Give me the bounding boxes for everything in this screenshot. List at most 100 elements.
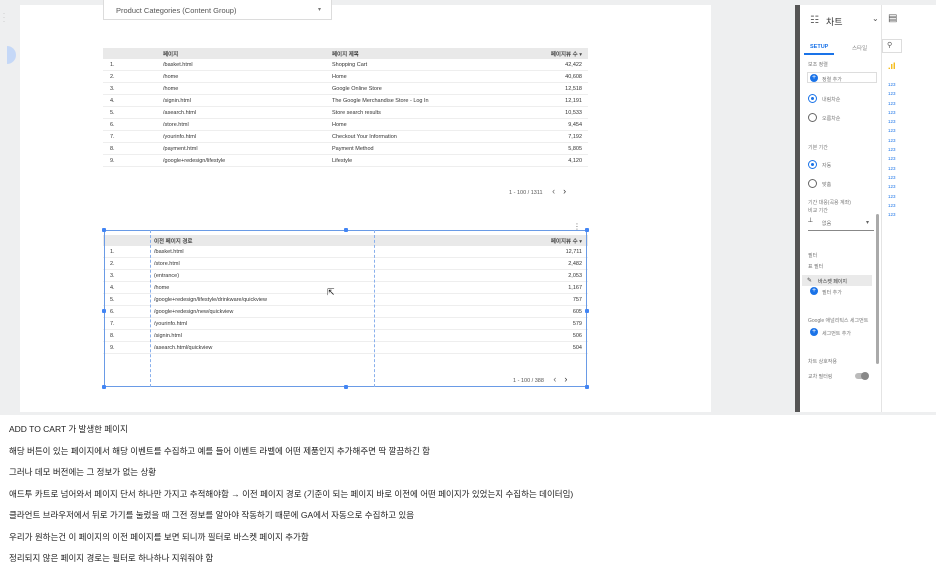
page-title-cell: Store search results bbox=[332, 110, 381, 116]
filter-chip[interactable]: ✎ 바스켓 페이지 bbox=[802, 275, 872, 286]
metric-field-icon[interactable]: 123 bbox=[888, 194, 896, 203]
date-custom-radio[interactable] bbox=[808, 179, 817, 188]
tab-style[interactable]: 스타일 bbox=[852, 44, 867, 52]
col-page-title[interactable]: 페이지 제목 bbox=[332, 50, 359, 58]
chevron-down-icon[interactable]: ⌄ bbox=[872, 14, 879, 23]
metric-field-icon[interactable]: 123 bbox=[888, 212, 896, 221]
chart-type-label[interactable]: 차트 bbox=[826, 15, 843, 28]
selection-frame bbox=[104, 230, 587, 387]
resize-handle[interactable] bbox=[102, 228, 106, 232]
pages-table[interactable]: 페이지 페이지 제목 페이지뷰 수 ▾ 1. /basket.html Shoppi… bbox=[103, 48, 588, 167]
table-row[interactable]: 6. /store.html Home 9,454 bbox=[103, 119, 588, 131]
metric-field-icon[interactable]: 123 bbox=[888, 91, 896, 100]
col-page[interactable]: 페이지 bbox=[163, 50, 178, 58]
metric-field-icon[interactable]: 123 bbox=[888, 110, 896, 119]
page-cell: /yourinfo.html bbox=[163, 134, 197, 140]
metric-field-icon[interactable]: 123 bbox=[888, 184, 896, 193]
page-cell: /home bbox=[163, 74, 179, 80]
add-segment-label[interactable]: 세그먼트 추가 bbox=[822, 330, 851, 337]
metric-field-icon[interactable]: 123 bbox=[888, 156, 896, 165]
pageviews-cell: 9,454 bbox=[568, 122, 582, 128]
note-line: 정리되지 않은 페이지 경로는 필터로 하나하나 지워줘야 함 bbox=[9, 553, 214, 563]
pageviews-cell: 10,533 bbox=[565, 110, 582, 116]
cross-filter-label: 교차 필터링 bbox=[808, 374, 833, 380]
row-fade bbox=[103, 176, 588, 182]
dropdown-arrow-icon[interactable]: ▾ bbox=[866, 219, 869, 226]
panel-toggle-icon[interactable]: ▤ bbox=[888, 13, 897, 24]
table-chart-icon: ☷ bbox=[810, 15, 819, 26]
pager-1: 1 - 100 / 1311 ‹ › bbox=[509, 186, 566, 196]
page-cell: /basket.html bbox=[163, 62, 193, 68]
page-title-cell: Home bbox=[332, 122, 347, 128]
side-toggle-icon[interactable] bbox=[7, 46, 16, 64]
bar-chart-icon: .ıl bbox=[888, 61, 896, 71]
resize-handle[interactable] bbox=[585, 309, 589, 313]
table-row[interactable]: 8. /payment.html Payment Method 5,805 bbox=[103, 143, 588, 155]
interaction-title: 차트 상호작용 bbox=[808, 359, 837, 365]
table-row[interactable]: 2. /home Home 40,608 bbox=[103, 71, 588, 83]
pageviews-cell: 12,191 bbox=[565, 98, 582, 104]
product-category-filter[interactable]: Product Categories (Content Group) ▾ bbox=[103, 0, 332, 20]
panel-scrollbar[interactable] bbox=[876, 214, 879, 364]
table-row[interactable]: 5. /asearch.html Store search results 10,53… bbox=[103, 107, 588, 119]
resize-handle[interactable] bbox=[585, 228, 589, 232]
page-cell: /google+redesign/lifestyle bbox=[163, 158, 226, 164]
page-title-cell: Lifestyle bbox=[332, 158, 353, 164]
pageviews-cell: 40,608 bbox=[565, 74, 582, 80]
table-row[interactable]: 7. /yourinfo.html Checkout Your Informatio… bbox=[103, 131, 588, 143]
filter-chip-label: 바스켓 페이지 bbox=[818, 279, 847, 285]
row-index: 3. bbox=[110, 86, 115, 92]
metric-field-icon[interactable]: 123 bbox=[888, 147, 896, 156]
pencil-icon[interactable]: ✎ bbox=[807, 277, 812, 284]
metric-field-icon[interactable]: 123 bbox=[888, 138, 896, 147]
metric-field-icon[interactable]: 123 bbox=[888, 203, 896, 212]
dropdown-arrow-icon: ▾ bbox=[317, 7, 321, 13]
prev-page-icon[interactable]: ‹ bbox=[552, 186, 555, 196]
table-row[interactable]: 3. /home Google Online Store 12,518 bbox=[103, 83, 588, 95]
resize-handle[interactable] bbox=[585, 385, 589, 389]
row-index: 6. bbox=[110, 122, 115, 128]
date-range-title: 기본 기간 bbox=[808, 145, 828, 151]
date-auto-label: 자동 bbox=[822, 163, 832, 169]
resize-handle[interactable] bbox=[344, 385, 348, 389]
metric-field-icon[interactable]: 123 bbox=[888, 119, 896, 128]
sort-asc-radio[interactable] bbox=[808, 113, 817, 122]
add-filter-label[interactable]: 필터 추가 bbox=[822, 289, 842, 296]
pageviews-cell: 12,518 bbox=[565, 86, 582, 92]
table-header: 페이지 페이지 제목 페이지뷰 수 ▾ bbox=[103, 48, 588, 59]
page-title-cell: The Google Merchandise Store - Log In bbox=[332, 98, 429, 104]
metric-field-icon[interactable]: 123 bbox=[888, 175, 896, 184]
compare-sub-label: 비교 기간 bbox=[808, 208, 828, 214]
more-vert-icon[interactable]: · · · bbox=[3, 11, 5, 25]
table-row[interactable]: 1. /basket.html Shopping Cart 42,422 bbox=[103, 59, 588, 71]
page-title-cell: Google Online Store bbox=[332, 86, 382, 92]
note-line: 우리가 원하는건 이 페이지의 이전 페이지를 보면 되니까 필터로 바스켓 페… bbox=[9, 531, 309, 542]
pageviews-cell: 5,805 bbox=[568, 146, 582, 152]
table-row[interactable]: 9. /google+redesign/lifestyle Lifestyle 4,1… bbox=[103, 155, 588, 167]
page-cell: /payment.html bbox=[163, 146, 198, 152]
resize-handle[interactable] bbox=[344, 228, 348, 232]
table-row[interactable]: 4. /signin.html The Google Merchandise Sto… bbox=[103, 95, 588, 107]
tab-setup[interactable]: SETUP bbox=[810, 44, 828, 50]
page-title-cell: Checkout Your Information bbox=[332, 134, 397, 140]
filter-control-label: Product Categories (Content Group) bbox=[116, 6, 237, 15]
col-pageviews[interactable]: 페이지뷰 수 ▾ bbox=[551, 50, 582, 58]
metric-field-icon[interactable]: 123 bbox=[888, 82, 896, 91]
page-cell: /signin.html bbox=[163, 98, 191, 104]
date-auto-radio[interactable] bbox=[808, 160, 817, 169]
resize-handle[interactable] bbox=[102, 309, 106, 313]
notes: ADD TO CART 가 발생한 페이지 해당 버튼이 있는 페이지에서 해당 … bbox=[9, 419, 929, 570]
compare-value[interactable]: 없음 bbox=[822, 220, 831, 227]
sort-desc-radio[interactable] bbox=[808, 94, 817, 103]
search-box[interactable]: ⚲ bbox=[882, 39, 902, 53]
search-icon: ⚲ bbox=[887, 42, 893, 49]
cross-filter-toggle[interactable] bbox=[855, 372, 869, 380]
resize-handle[interactable] bbox=[102, 385, 106, 389]
metric-field-icon[interactable]: 123 bbox=[888, 128, 896, 137]
metric-field-icon[interactable]: 123 bbox=[888, 166, 896, 175]
next-page-icon[interactable]: › bbox=[563, 186, 566, 196]
add-segment-icon: + bbox=[810, 328, 818, 336]
compare-label: 기간 대응(곡용 계좌) bbox=[808, 200, 851, 206]
metric-field-icon[interactable]: 123 bbox=[888, 101, 896, 110]
table-filter-label: 표 필터 bbox=[808, 264, 824, 270]
